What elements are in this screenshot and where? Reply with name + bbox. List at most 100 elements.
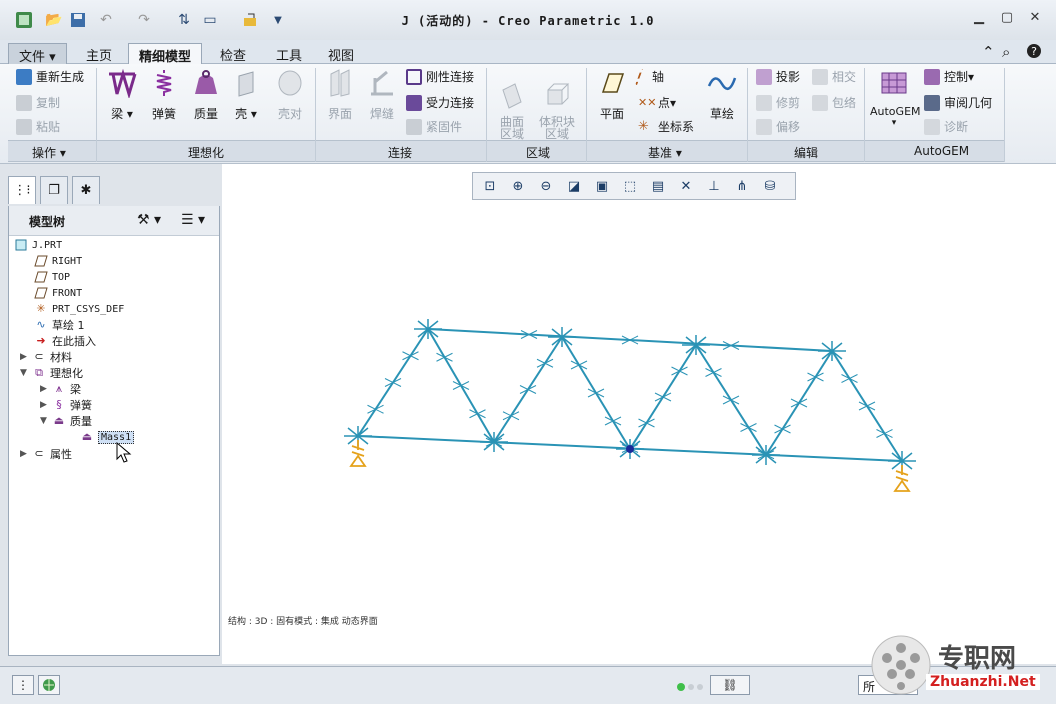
group-idealization-label: 理想化 [188,146,225,160]
expand-icon[interactable]: ▶ [40,384,52,394]
minimize-button[interactable]: ▁ [968,10,990,28]
copy-button[interactable]: 复制 [16,94,60,111]
expand-icon[interactable]: ▶ [40,400,52,410]
interface-button[interactable]: 界面 [320,68,360,122]
tree-item-beams[interactable]: ▶ ⩚ 梁 [40,381,81,397]
collapse-icon[interactable]: ▼ [20,368,32,378]
shell-pair-button[interactable]: 壳对 [270,68,310,122]
tab-home[interactable]: 主页 [76,43,122,64]
datum-axis-button[interactable]: 轴 [635,68,664,85]
display-style-icon[interactable]: ▣ [589,175,615,197]
group-region-label: 区域 [526,146,551,160]
refit-icon[interactable]: ⊡ [477,175,503,197]
paste-button[interactable]: 粘贴 [16,118,60,135]
tab-view[interactable]: 视图 [318,43,364,64]
zoom-out-icon[interactable]: ⊖ [533,175,559,197]
tab-file[interactable]: 文件 ▾ [8,43,67,65]
beam-section-marker [705,368,722,377]
spring-button[interactable]: 弹簧 [146,68,182,122]
repaint-icon[interactable]: ◪ [561,175,587,197]
diagnose-button[interactable]: 诊断 [924,118,968,135]
project-button[interactable]: 投影 [756,68,800,85]
tree-item-idealization[interactable]: ▼ ⧉ 理想化 [20,365,83,381]
datum-point-button[interactable]: ✕✕ 点 ▾ [638,94,676,111]
trim-button[interactable]: 修剪 [756,94,800,111]
datum-axis-icon [635,68,651,85]
simulation-display-icon[interactable]: ⛁ [757,175,783,197]
tree-item-front[interactable]: FRONT [34,285,82,301]
weighted-link-button[interactable]: 受力连接 [406,94,474,111]
view-manager-icon[interactable]: ▤ [645,175,671,197]
mouse-cursor-icon [116,441,132,467]
tree-item-part[interactable]: J.PRT [14,237,62,253]
mass-button[interactable]: 质量 [186,68,226,122]
group-editing-label: 编辑 [794,146,819,160]
group-datum-label[interactable]: 基准 ▾ [648,144,682,161]
annotation-display-icon[interactable]: ⊥ [701,175,727,197]
part-icon [14,239,28,251]
control-button[interactable]: 控制 ▾ [924,68,974,85]
model-tree-tab-icon[interactable]: ⋮⁝ [8,176,36,204]
group-operations-label[interactable]: 操作 ▾ [32,144,66,161]
csys-icon: ✳ [36,302,46,315]
rigid-link-button[interactable]: 刚性连接 [406,68,474,85]
datum-plane-button[interactable]: 平面 [592,68,632,122]
tree-item-springs[interactable]: ▶ § 弹簧 [40,397,92,413]
copy-icon [16,94,32,111]
datum-csys-button[interactable]: ✳ 坐标系 [638,118,694,135]
zoom-in-icon[interactable]: ⊕ [505,175,531,197]
collapse-icon[interactable]: ▼ [40,416,52,426]
tree-item-top[interactable]: TOP [34,269,70,285]
review-geometry-button[interactable]: 审阅几何 [924,94,992,111]
tree-item-right[interactable]: RIGHT [34,253,82,269]
datum-display-icon[interactable]: ✕ [673,175,699,197]
beam-section-marker [722,395,740,405]
sketch-button[interactable]: 草绘 [700,68,744,122]
beam-section-marker [436,352,453,362]
show-navigator-icon[interactable]: ⋮ [12,675,34,695]
beam-button[interactable]: 梁 ▾ [100,68,144,122]
regenerate-button[interactable]: 重新生成 [16,68,84,85]
collapse-ribbon-icon[interactable]: ⌃ [982,43,995,61]
favorites-tab-icon[interactable]: ✱ [72,176,100,204]
search-icon[interactable]: ⌕ [1002,43,1010,61]
expand-icon[interactable]: ▶ [20,352,32,362]
group-separator [864,68,865,162]
intersect-button[interactable]: 相交 [812,68,856,85]
intersect-icon [812,68,828,85]
tree-item-insert-here[interactable]: ➜ 在此插入 [34,333,96,349]
help-icon[interactable]: ? [1026,43,1042,63]
selection-filter-icon[interactable]: ⛓ [710,675,750,695]
tree-item-materials[interactable]: ▶ ⊂ 材料 [20,349,72,365]
sketch-icon [707,77,737,91]
tab-refine-model[interactable]: 精细模型 [128,43,203,65]
saved-views-icon[interactable]: ⬚ [617,175,643,197]
tree-item-csys[interactable]: ✳ PRT_CSYS_DEF [34,301,124,317]
idealization-icon: ⧉ [35,366,43,379]
expand-icon[interactable]: ▶ [20,449,32,459]
tree-item-properties[interactable]: ▶ ⊂ 属性 [20,446,72,462]
graphics-toolbar: ⊡ ⊕ ⊖ ◪ ▣ ⬚ ▤ ✕ ⊥ ⋔ ⛁ [472,172,796,200]
autogem-button[interactable]: AutoGEM ▾ [870,68,921,128]
weld-button[interactable]: 焊缝 [362,68,402,122]
tree-item-sketch[interactable]: ∿ 草绘 1 [34,317,84,333]
shell-button[interactable]: 壳 ▾ [230,68,262,122]
maximize-button[interactable]: ▢ [996,10,1018,28]
spin-center-icon[interactable]: ⋔ [729,175,755,197]
offset-button[interactable]: 偏移 [756,118,800,135]
graphics-window[interactable] [222,164,1056,664]
properties-icon: ⊂ [34,447,44,460]
wrap-button[interactable]: 包络 [812,94,856,111]
close-button[interactable]: ✕ [1024,10,1046,28]
tree-filters-icon[interactable]: ☰ ▾ [181,212,205,228]
folder-browser-tab-icon[interactable]: ❐ [40,176,68,204]
tree-settings-icon[interactable]: ⚒ ▾ [137,212,161,228]
tab-tools[interactable]: 工具 [266,43,312,64]
show-browser-icon[interactable] [38,675,60,695]
beam-section-marker [469,409,486,419]
node-marker [548,327,576,347]
tree-item-masses[interactable]: ▼ ⏏ 质量 [40,413,92,429]
tab-inspect[interactable]: 检查 [210,43,256,64]
truss-model[interactable] [222,164,1056,664]
fastener-button[interactable]: 紧固件 [406,118,462,135]
